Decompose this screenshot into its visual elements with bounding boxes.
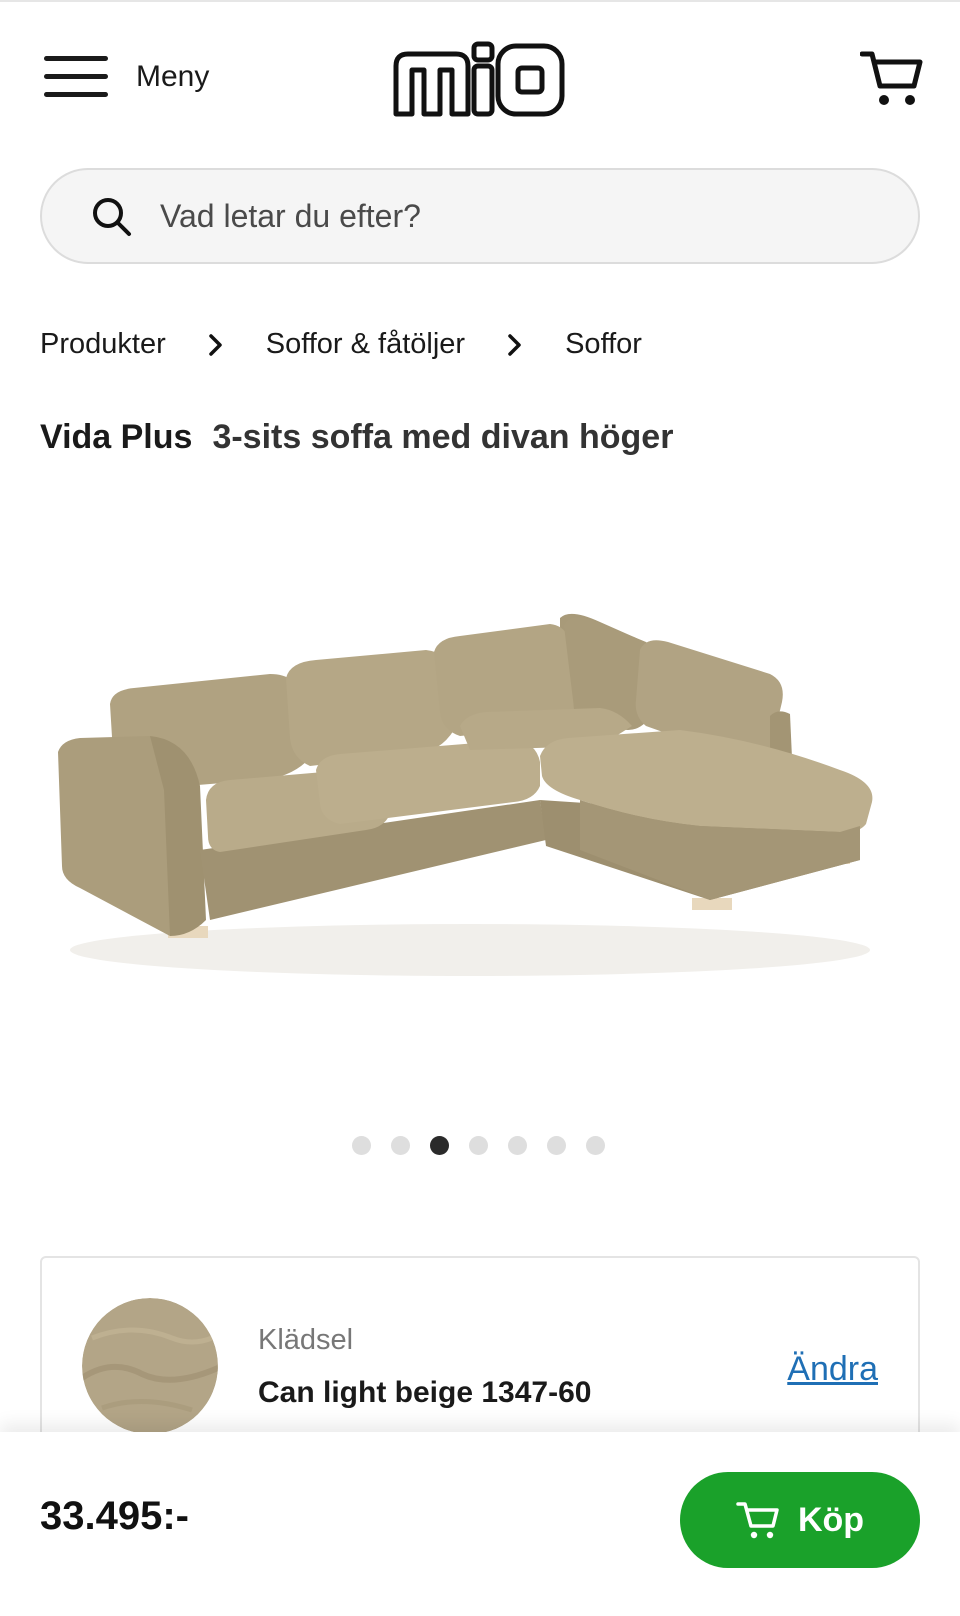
site-header: Meny [0,0,960,160]
chevron-right-icon [495,330,535,360]
upholstery-value: Can light beige 1347-60 [258,1376,592,1409]
price: 33.495:- [40,1494,189,1538]
product-image[interactable] [40,490,920,1090]
gallery-dot[interactable] [430,1136,449,1155]
search-input[interactable] [160,197,840,235]
fabric-swatch[interactable] [82,1298,218,1434]
breadcrumb-item-soffor[interactable]: Soffor [565,328,642,361]
cart-icon[interactable] [860,48,924,108]
gallery-dot[interactable] [547,1136,566,1155]
gallery-dot[interactable] [391,1136,410,1155]
upholstery-label: Klädsel [258,1324,354,1356]
cart-icon [736,1502,779,1539]
gallery-dot[interactable] [586,1136,605,1155]
breadcrumb: Produkter Soffor & fåtöljer Soffor [40,328,642,361]
change-upholstery-link[interactable]: Ändra [787,1350,878,1389]
search-icon [93,198,131,236]
product-name: Vida Plus [40,418,193,456]
product-title: Vida Plus 3-sits soffa med divan höger [40,418,673,457]
gallery-dot[interactable] [508,1136,527,1155]
menu-label: Meny [136,60,210,93]
purchase-bar: 33.495:- Köp [0,1432,960,1616]
breadcrumb-item-produkter[interactable]: Produkter [40,328,166,361]
menu-button[interactable]: Meny [44,52,209,102]
gallery-dot[interactable] [469,1136,488,1155]
mio-logo[interactable] [390,38,568,120]
gallery-pagination [352,1136,605,1155]
upholstery-card: Klädsel Can light beige 1347-60 Ändra [40,1256,920,1446]
buy-button-label: Köp [797,1500,865,1539]
breadcrumb-item-soffor-fatoljer[interactable]: Soffor & fåtöljer [266,328,465,361]
buy-button[interactable]: Köp [680,1472,920,1568]
product-subtitle: 3-sits soffa med divan höger [212,418,674,456]
chevron-right-icon [196,330,236,360]
gallery-dot[interactable] [352,1136,371,1155]
hamburger-icon [44,52,108,102]
search-bar[interactable] [40,168,920,264]
